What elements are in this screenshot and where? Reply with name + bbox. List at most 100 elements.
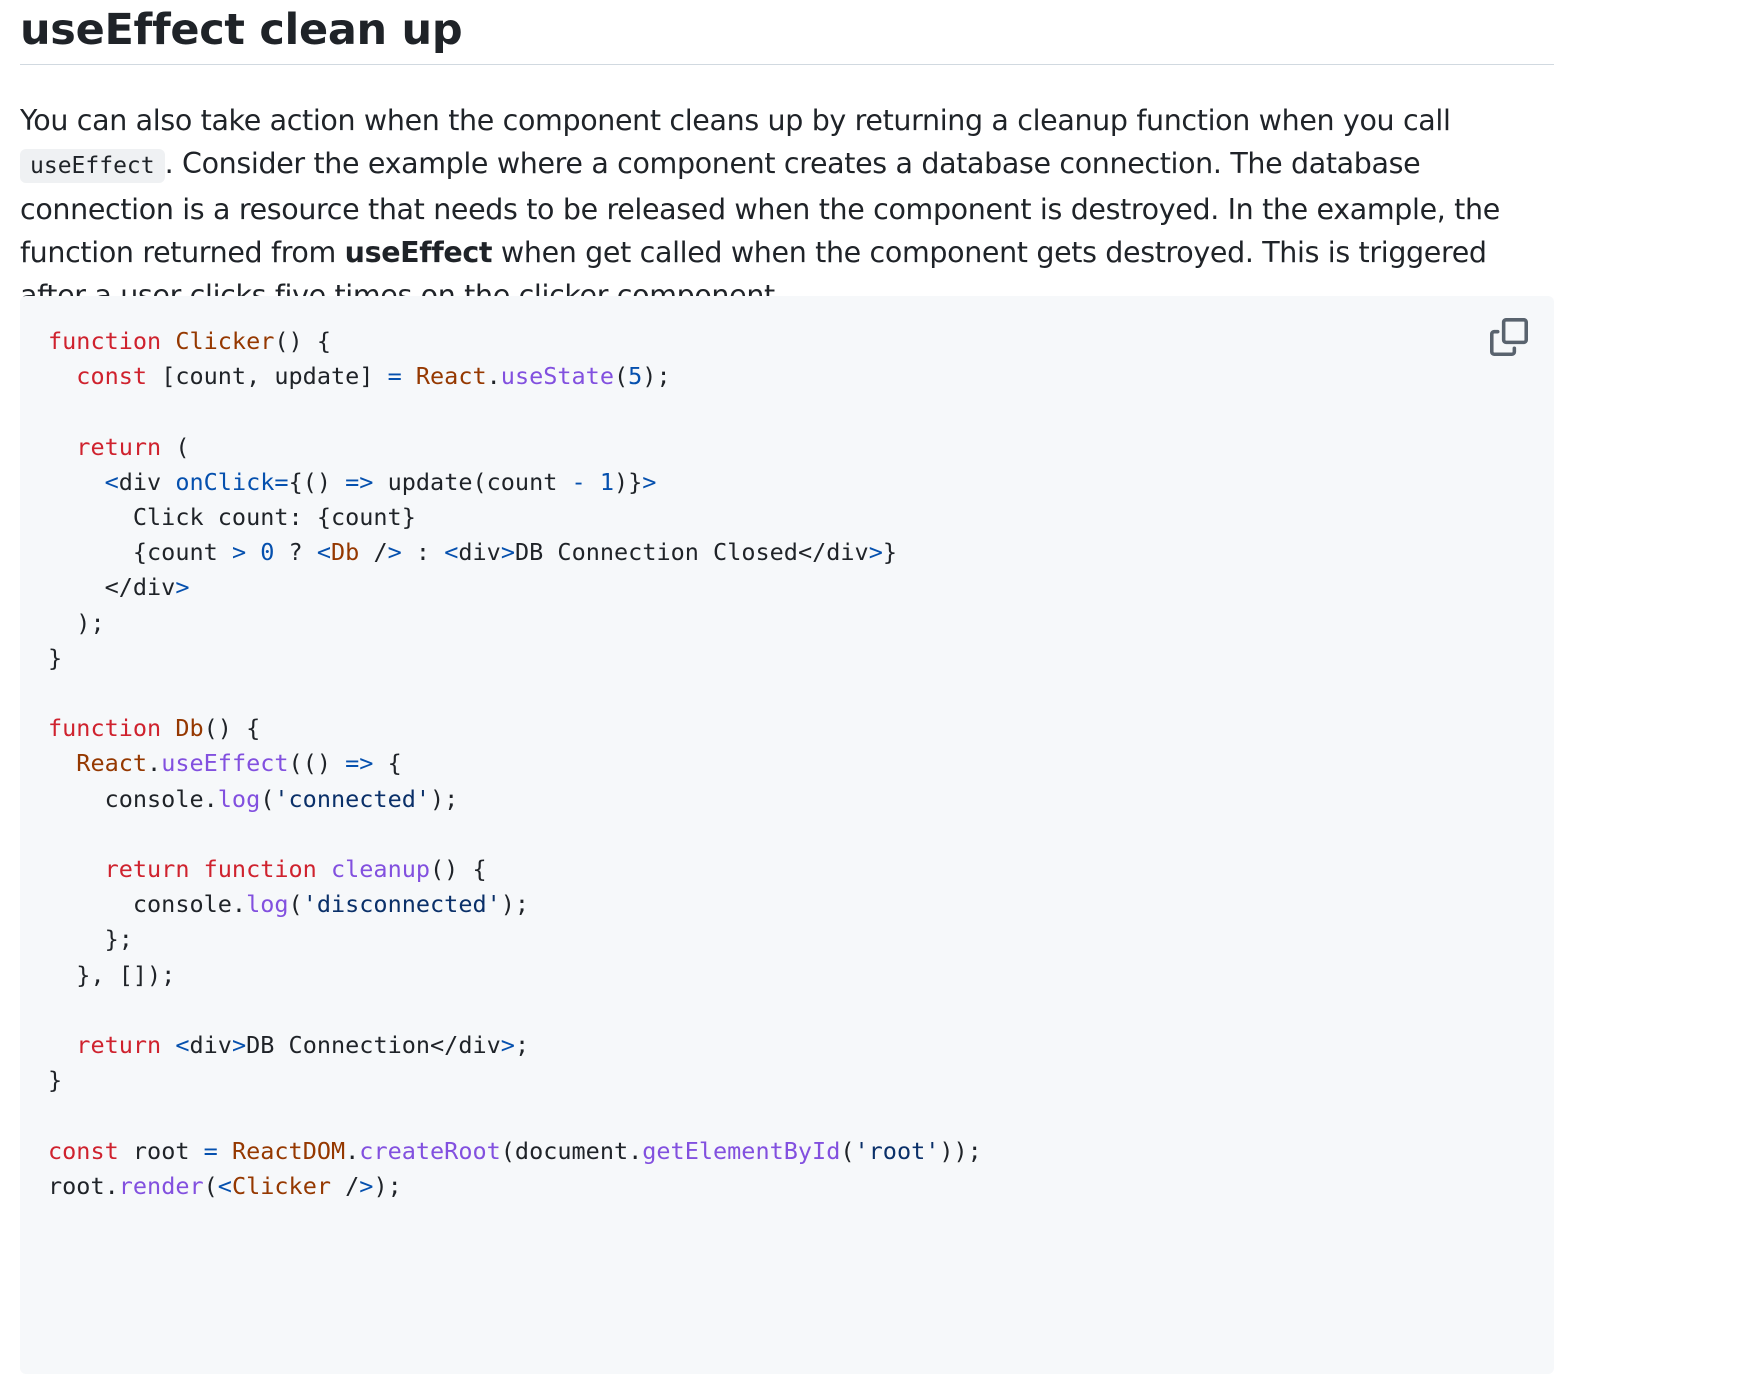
- code-token: 5: [628, 362, 643, 391]
- code-token: }: [48, 1066, 63, 1095]
- code-token: getElementById: [642, 1136, 841, 1165]
- code-token: <: [104, 467, 119, 496]
- code-token: div: [458, 538, 501, 567]
- code-token: React: [76, 749, 148, 778]
- code-line: function Db() {: [48, 711, 982, 746]
- paragraph-text: You can also take action when the compon…: [20, 104, 1451, 137]
- code-token: () {: [203, 714, 261, 743]
- code-token: ;: [514, 1031, 530, 1060]
- code-token: /: [331, 1171, 360, 1200]
- code-token: )}: [614, 467, 643, 496]
- code-token: [count, update]: [147, 362, 388, 391]
- code-line: Click count: {count}: [48, 500, 982, 535]
- code-token: (: [203, 1171, 218, 1200]
- code-token: Click count: {count}: [48, 503, 416, 532]
- bold-text: useEffect: [344, 236, 493, 269]
- code-token: return: [76, 432, 162, 461]
- code-token: DB Connection</div: [246, 1031, 501, 1060]
- code-token: DB Connection Closed</div: [514, 538, 869, 567]
- code-token: Db: [331, 538, 360, 567]
- code-token: 'connected': [274, 784, 431, 813]
- code-line: }: [48, 1063, 982, 1098]
- code-token: 'disconnected': [302, 890, 501, 919]
- code-token: >: [387, 538, 402, 567]
- code-token: >: [231, 1031, 247, 1060]
- code-line: React.useEffect(() => {: [48, 746, 982, 781]
- code-token: <: [316, 538, 332, 567]
- code-line: {count > 0 ? <Db /> : <div>DB Connection…: [48, 535, 982, 570]
- code-line: return (: [48, 430, 982, 465]
- code-line: ​: [48, 993, 982, 1028]
- code-token: Clicker: [231, 1171, 331, 1200]
- code-token: >: [175, 573, 190, 602]
- code-token: onClick: [175, 467, 275, 496]
- code-token: function: [48, 714, 162, 743]
- code-line: const root = ReactDOM.createRoot(documen…: [48, 1134, 982, 1169]
- code-line: return function cleanup() {: [48, 852, 982, 887]
- code-token: createRoot: [359, 1136, 501, 1165]
- code-token: 0: [260, 538, 275, 567]
- copy-button[interactable]: [1490, 318, 1528, 356]
- code-token: (: [840, 1136, 855, 1165]
- code-token: log: [217, 784, 261, 813]
- code-token: =>: [345, 749, 374, 778]
- code-token: }: [882, 538, 898, 567]
- code-token: (document.: [500, 1136, 643, 1165]
- code-token: =: [203, 1136, 218, 1165]
- code-token: >: [231, 538, 247, 567]
- code-token: console.: [48, 890, 247, 919]
- code-token: console.: [48, 784, 218, 813]
- code-token: 1: [599, 467, 614, 496]
- code-token: :: [401, 538, 445, 567]
- code-token: ReactDOM: [231, 1136, 346, 1165]
- code-token: render: [118, 1171, 204, 1200]
- code-line: console.log('disconnected');: [48, 887, 982, 922]
- description-paragraph: You can also take action when the compon…: [20, 65, 1554, 317]
- code-token: </div: [48, 573, 176, 602]
- code-token: Clicker: [175, 327, 275, 355]
- code-token: -: [571, 467, 586, 496]
- code-token: 'root': [854, 1136, 940, 1165]
- code-token: ((): [288, 749, 346, 778]
- code-token: .: [486, 362, 501, 391]
- code-token: >: [500, 1031, 515, 1060]
- code-line: function Clicker() {: [48, 324, 982, 359]
- code-token: div: [118, 467, 162, 496]
- code-token: <: [444, 538, 459, 567]
- code-token: () {: [430, 855, 487, 884]
- code-token: root.: [48, 1171, 119, 1200]
- code-token: function: [203, 855, 317, 884]
- code-token: (: [260, 784, 275, 813]
- code-token: root: [118, 1136, 204, 1165]
- code-token: <: [175, 1031, 190, 1060]
- code-token: =>: [345, 467, 374, 496]
- code-token: >: [359, 1171, 374, 1200]
- code-line: ​: [48, 1098, 982, 1133]
- code-token: const: [76, 362, 148, 391]
- code-token: Db: [175, 714, 204, 743]
- code-token: (: [288, 890, 303, 919]
- code-token: (: [613, 362, 629, 391]
- code-token: ?: [274, 538, 317, 567]
- code-token: log: [246, 890, 289, 919]
- code-token: {(): [288, 467, 346, 496]
- code-line: console.log('connected');: [48, 782, 982, 817]
- code-token: return: [104, 855, 190, 884]
- code-token: =: [387, 362, 402, 391]
- code-line: }, []);: [48, 958, 982, 993]
- code-line: ​: [48, 817, 982, 852]
